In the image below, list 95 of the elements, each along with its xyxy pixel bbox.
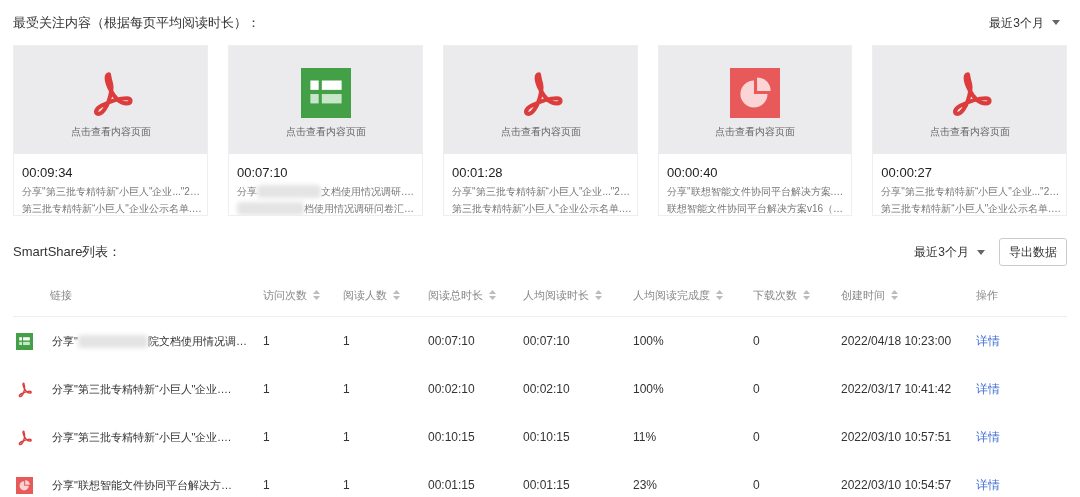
table-cell: 00:01:15 xyxy=(523,478,570,492)
duration: 00:07:10 xyxy=(237,163,289,182)
sort-icon[interactable] xyxy=(313,290,320,300)
column-header[interactable]: 人均阅读完成度 xyxy=(633,286,723,304)
thumbnail[interactable]: 点击查看内容页面 xyxy=(14,46,207,154)
table-cell: 0 xyxy=(753,382,760,396)
table-cell: 1 xyxy=(343,382,350,396)
table-cell: 100% xyxy=(633,334,664,348)
thumbnail-caption: 点击查看内容页面 xyxy=(500,125,581,140)
range-select[interactable]: 最近3个月 xyxy=(989,13,1067,32)
sort-icon[interactable] xyxy=(489,290,496,300)
column-header: 链接 xyxy=(50,287,72,303)
table-cell: 2022/03/10 10:57:51 xyxy=(841,430,952,444)
file-name: 分享 文档使用情况调研.… xyxy=(237,184,414,200)
file-name: 分享"联想智能文件协同平台解决方… xyxy=(52,477,232,493)
table-cell: 1 xyxy=(343,334,350,348)
table-cell: 100% xyxy=(633,382,664,396)
file-name: 第三批专精特新“小巨人"企业公示名单.… xyxy=(881,202,1059,215)
spreadsheet-icon xyxy=(300,68,351,119)
table-cell: 00:01:15 xyxy=(428,478,475,492)
sort-icon[interactable] xyxy=(595,290,602,300)
section-title: SmartShare列表： xyxy=(13,243,122,262)
column-header: 操作 xyxy=(976,287,998,303)
file-name: 分享"联想智能文件协同平台解决方案.… xyxy=(667,185,844,200)
content-card[interactable]: 点击查看内容页面 00:01:28 分享"第三批专精特新“小巨人"企业..."2… 第三批专精特新“小巨人"企业公示名单.… xyxy=(443,45,638,216)
table-cell: 2022/03/17 10:41:42 xyxy=(841,382,952,396)
file-name: 分享"第三批专精特新“小巨人"企业.… xyxy=(52,429,232,445)
duration: 00:09:34 xyxy=(22,163,74,182)
caret-icon xyxy=(1052,20,1060,25)
table-cell: 23% xyxy=(633,478,658,492)
table-cell: 11% xyxy=(633,430,657,444)
file-name: 分享"第三批专精特新“小巨人"企业..."2… xyxy=(452,185,629,200)
details-link[interactable]: 详情 xyxy=(976,334,1000,348)
thumbnail[interactable]: 点击查看内容页面 xyxy=(873,46,1067,154)
thumbnail-caption: 点击查看内容页面 xyxy=(929,125,1010,140)
export-button[interactable]: 导出数据 xyxy=(999,238,1067,266)
spreadsheet-icon xyxy=(16,332,33,350)
column-header[interactable]: 阅读总时长 xyxy=(428,286,496,304)
table-cell: 1 xyxy=(263,334,270,348)
table-cell: 1 xyxy=(263,430,270,444)
sort-icon[interactable] xyxy=(803,290,810,300)
pie-chart-icon xyxy=(730,68,781,119)
thumbnail-caption: 点击查看内容页面 xyxy=(715,125,796,140)
table-cell: 00:02:10 xyxy=(523,382,570,396)
file-name: 分享" 院文档使用情况调… xyxy=(52,333,247,350)
thumbnail-caption: 点击查看内容页面 xyxy=(70,125,151,140)
caret-icon xyxy=(977,249,985,255)
section-title: 最受关注内容（根据每页平均阅读时长）： xyxy=(13,13,260,32)
details-link[interactable]: 详情 xyxy=(976,382,1000,396)
file-name: 联想智能文件协同平台解决方案v16（… xyxy=(667,202,844,215)
table-cell: 00:07:10 xyxy=(428,334,475,348)
details-link[interactable]: 详情 xyxy=(976,430,1000,444)
content-card[interactable]: 点击查看内容页面 00:07:10 分享 文档使用情况调研.… 档使用情况调研问卷汇… xyxy=(228,45,423,216)
table-cell: 2022/03/10 10:54:57 xyxy=(841,478,952,492)
table-cell: 1 xyxy=(343,478,350,492)
table-cell: 0 xyxy=(753,430,760,444)
file-name: 分享"第三批专精特新“小巨人"企业..."2… xyxy=(22,185,199,200)
range-select[interactable]: 最近3个月 xyxy=(914,243,985,261)
sort-icon[interactable] xyxy=(891,290,898,300)
content-card[interactable]: 点击查看内容页面 00:00:27 分享"第三批专精特新“小巨人"企业..."2… 第三批专精特新“小巨人"企业公示名单.… xyxy=(872,45,1068,216)
file-name: 第三批专精特新“小巨人"企业公示名单.… xyxy=(22,202,199,215)
column-header[interactable]: 人均阅读时长 xyxy=(523,286,602,304)
sort-icon[interactable] xyxy=(393,290,400,300)
table-cell: 00:02:10 xyxy=(428,382,475,396)
table-cell: 1 xyxy=(263,478,270,492)
file-name: 档使用情况调研问卷汇… xyxy=(237,201,414,215)
column-header[interactable]: 访问次数 xyxy=(263,286,320,304)
column-header[interactable]: 下载次数 xyxy=(753,286,810,304)
duration: 00:00:27 xyxy=(881,163,933,182)
table-cell: 0 xyxy=(753,478,760,492)
table-cell: 2022/04/18 10:23:00 xyxy=(841,334,952,348)
table-cell: 00:10:15 xyxy=(523,430,570,444)
content-card[interactable]: 点击查看内容页面 00:09:34 分享"第三批专精特新“小巨人"企业..."2… 第三批专精特新“小巨人"企业公示名单.… xyxy=(13,45,208,216)
table-cell: 1 xyxy=(343,430,350,444)
sort-icon[interactable] xyxy=(716,290,723,300)
thumbnail-caption: 点击查看内容页面 xyxy=(285,125,366,140)
duration: 00:00:40 xyxy=(667,163,719,182)
duration: 00:01:28 xyxy=(452,163,504,182)
column-header[interactable]: 阅读人数 xyxy=(343,286,400,304)
details-link[interactable]: 详情 xyxy=(976,478,1000,492)
pie-chart-icon xyxy=(16,476,33,494)
table-cell: 0 xyxy=(753,334,760,348)
pdf-icon xyxy=(16,380,33,398)
thumbnail[interactable]: 点击查看内容页面 xyxy=(659,46,852,154)
file-name: 分享"第三批专精特新“小巨人"企业.… xyxy=(52,381,232,397)
thumbnail[interactable]: 点击查看内容页面 xyxy=(229,46,422,154)
column-header[interactable]: 创建时间 xyxy=(841,286,898,304)
table-cell: 00:10:15 xyxy=(428,430,475,444)
pdf-icon xyxy=(16,428,33,446)
thumbnail[interactable]: 点击查看内容页面 xyxy=(444,46,637,154)
file-name: 分享"第三批专精特新“小巨人"企业..."2… xyxy=(881,185,1059,200)
content-card[interactable]: 点击查看内容页面 00:00:40 分享"联想智能文件协同平台解决方案.… 联想智能文件协同平台解决方案v16（… xyxy=(658,45,853,216)
table-cell: 1 xyxy=(263,382,270,396)
file-name: 第三批专精特新“小巨人"企业公示名单.… xyxy=(452,202,629,215)
table-cell: 00:07:10 xyxy=(523,334,570,348)
